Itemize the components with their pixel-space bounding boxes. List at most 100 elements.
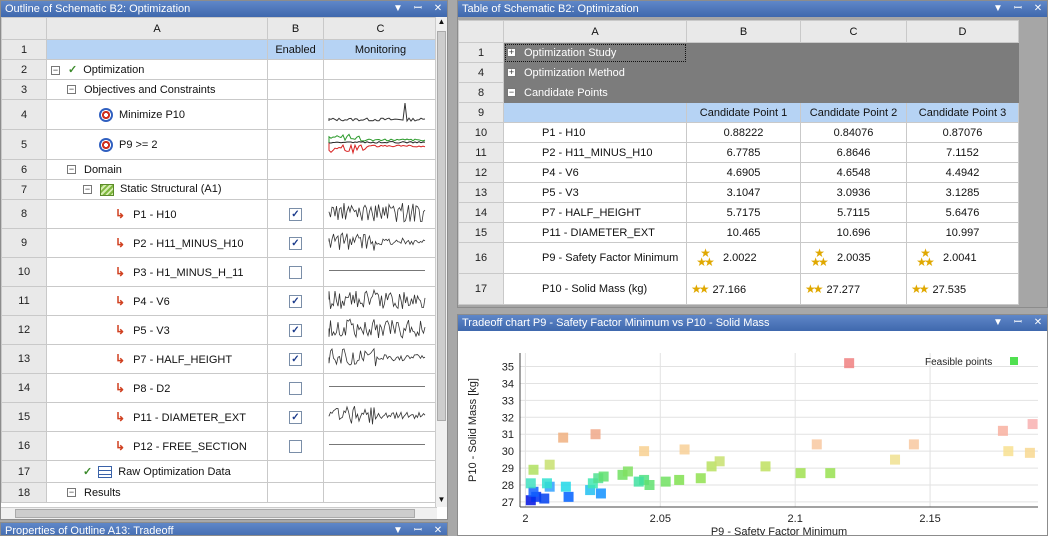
outline-item-cell[interactable]: ↳ P3 - H1_MINUS_H_11 <box>46 257 268 287</box>
outline-row[interactable]: 11 ↳ P4 - V6 ✓ <box>1 286 437 316</box>
collapse-icon[interactable]: − <box>67 165 76 175</box>
group-label-cell[interactable]: − Candidate Points <box>503 82 687 103</box>
candidate-value-cell[interactable]: 0.84076 <box>800 122 907 143</box>
outline-row[interactable]: 17 ✓ Raw Optimization Data <box>1 460 437 483</box>
enabled-checkbox[interactable]: ✓ <box>289 294 302 308</box>
collapse-icon[interactable]: − <box>51 65 60 75</box>
enabled-checkbox[interactable]: ✓ <box>289 207 302 221</box>
dropdown-icon[interactable]: ▼ <box>991 1 1005 17</box>
outline-row[interactable]: 16 ↳ P12 - FREE_SECTION <box>1 431 437 461</box>
enabled-checkbox[interactable] <box>289 265 302 279</box>
candidate-value-cell[interactable]: 10.696 <box>800 222 907 243</box>
column-header-c[interactable]: C <box>323 17 437 40</box>
candidate-value-cell[interactable]: 3.0936 <box>800 182 907 203</box>
candidate-value-cell[interactable]: 6.8646 <box>800 142 907 163</box>
outline-row[interactable]: 3− Objectives and Constraints <box>1 79 437 100</box>
candidate-value-cell[interactable]: ★★ 27.166 <box>686 273 801 305</box>
outline-item-cell[interactable]: ↳ P5 - V3 <box>46 315 268 345</box>
outline-row[interactable]: 9 ↳ P2 - H11_MINUS_H10 ✓ <box>1 228 437 258</box>
column-header-d[interactable]: D <box>906 20 1019 43</box>
candidate-value-cell[interactable]: 6.7785 <box>686 142 801 163</box>
table-row[interactable]: 15 P11 - DIAMETER_EXT 10.465 10.696 10.997 <box>458 222 1019 243</box>
collapse-icon[interactable]: − <box>67 488 76 498</box>
hscrollbar-thumb[interactable] <box>15 509 415 518</box>
candidate-value-cell[interactable]: 10.465 <box>686 222 801 243</box>
enabled-checkbox[interactable]: ✓ <box>289 410 302 424</box>
scroll-down-icon[interactable]: ▼ <box>436 495 447 507</box>
candidate-value-cell[interactable]: 4.6905 <box>686 162 801 183</box>
candidate-value-cell[interactable]: 4.6548 <box>800 162 907 183</box>
group-row[interactable]: 8− Candidate Points <box>458 82 1019 103</box>
candidate-point-header[interactable]: Candidate Point 3 <box>906 102 1019 123</box>
table-row[interactable]: 10 P1 - H10 0.88222 0.84076 0.87076 <box>458 122 1019 143</box>
outline-item-cell[interactable]: ↳ P11 - DIAMETER_EXT <box>46 402 268 432</box>
expand-icon[interactable]: + <box>507 48 516 58</box>
candidate-point-header[interactable]: Candidate Point 2 <box>800 102 907 123</box>
outline-item-cell[interactable]: ↳ P7 - HALF_HEIGHT <box>46 344 268 374</box>
pin-icon[interactable]: ꟷ <box>1011 1 1025 17</box>
outline-horizontal-scrollbar[interactable] <box>1 507 437 519</box>
group-row[interactable]: 4 + Optimization Method <box>458 62 1019 83</box>
candidate-value-cell[interactable]: 5.7175 <box>686 202 801 223</box>
outline-item-cell[interactable]: ↳ P2 - H11_MINUS_H10 <box>46 228 268 258</box>
outline-vertical-scrollbar[interactable]: ▲ ▼ <box>435 17 447 507</box>
candidate-value-cell[interactable]: 0.87076 <box>906 122 1019 143</box>
outline-row[interactable]: 18− Results <box>1 482 437 503</box>
tradeoff-chart[interactable]: 2 2.05 2.1 2.15 27 28 29 30 31 32 33 34 35 P9 - Safet… <box>458 331 1047 535</box>
enabled-checkbox[interactable]: ✓ <box>289 323 302 337</box>
candidate-value-cell[interactable]: ★ ★★ 2.0022 <box>686 242 801 274</box>
table-row[interactable]: 12 P4 - V6 4.6905 4.6548 4.4942 <box>458 162 1019 183</box>
outline-row[interactable]: 2− ✓ Optimization <box>1 59 437 80</box>
column-header-c[interactable]: C <box>800 20 907 43</box>
dropdown-icon[interactable]: ▼ <box>391 523 405 535</box>
outline-row[interactable]: 4 Minimize P10 <box>1 99 437 130</box>
table-row[interactable]: 13 P5 - V3 3.1047 3.0936 3.1285 <box>458 182 1019 203</box>
pin-icon[interactable]: ꟷ <box>411 1 425 17</box>
group-label-cell[interactable]: + Optimization Study <box>503 42 687 63</box>
column-header-a[interactable]: A <box>46 17 268 40</box>
outline-row[interactable]: 5 P9 >= 2 <box>1 129 437 160</box>
enabled-checkbox[interactable]: ✓ <box>289 236 302 250</box>
candidate-value-cell[interactable]: 3.1047 <box>686 182 801 203</box>
outline-row[interactable]: 15 ↳ P11 - DIAMETER_EXT ✓ <box>1 402 437 432</box>
candidate-value-cell[interactable]: ★★ 27.277 <box>800 273 907 305</box>
outline-row[interactable]: 8 ↳ P1 - H10 ✓ <box>1 199 437 229</box>
close-icon[interactable]: ✕ <box>431 1 445 17</box>
candidate-value-cell[interactable]: 4.4942 <box>906 162 1019 183</box>
scroll-up-icon[interactable]: ▲ <box>436 17 447 29</box>
candidate-point-header[interactable]: Candidate Point 1 <box>686 102 801 123</box>
outline-item-cell[interactable]: P9 >= 2 <box>46 129 268 160</box>
table-row[interactable]: 16 P9 - Safety Factor Minimum ★ ★★ 2.0022 ★ ★★… <box>458 242 1019 274</box>
enabled-checkbox[interactable]: ✓ <box>289 352 302 366</box>
outline-item-cell[interactable]: ↳ P4 - V6 <box>46 286 268 316</box>
enabled-checkbox[interactable] <box>289 381 302 395</box>
close-icon[interactable]: ✕ <box>1031 1 1045 17</box>
close-icon[interactable]: ✕ <box>431 523 445 535</box>
group-label-cell[interactable]: + Optimization Method <box>503 62 687 83</box>
column-header-b[interactable]: B <box>686 20 801 43</box>
collapse-icon[interactable]: − <box>507 88 516 98</box>
candidate-value-cell[interactable]: 0.88222 <box>686 122 801 143</box>
outline-item-cell[interactable]: − Domain <box>46 159 268 180</box>
collapse-icon[interactable]: − <box>67 85 76 95</box>
dropdown-icon[interactable]: ▼ <box>991 315 1005 331</box>
outline-item-cell[interactable]: − Static Structural (A1) <box>46 179 268 200</box>
outline-row[interactable]: 13 ↳ P7 - HALF_HEIGHT ✓ <box>1 344 437 374</box>
expand-icon[interactable]: + <box>507 68 516 78</box>
scrollbar-thumb[interactable] <box>437 31 446 421</box>
outline-row[interactable]: 10 ↳ P3 - H1_MINUS_H_11 <box>1 257 437 287</box>
candidate-value-cell[interactable]: 7.1152 <box>906 142 1019 163</box>
column-header-b[interactable]: B <box>267 17 324 40</box>
outline-item-cell[interactable]: ↳ P12 - FREE_SECTION <box>46 431 268 461</box>
candidate-value-cell[interactable]: 10.997 <box>906 222 1019 243</box>
dropdown-icon[interactable]: ▼ <box>391 1 405 17</box>
candidate-value-cell[interactable]: ★ ★★ 2.0035 <box>800 242 907 274</box>
outline-item-cell[interactable]: ↳ P8 - D2 <box>46 373 268 403</box>
outline-item-cell[interactable]: ↳ P1 - H10 <box>46 199 268 229</box>
candidate-value-cell[interactable]: 5.7115 <box>800 202 907 223</box>
candidate-value-cell[interactable]: ★★ 27.535 <box>906 273 1019 305</box>
candidate-value-cell[interactable]: 5.6476 <box>906 202 1019 223</box>
outline-item-cell[interactable]: − Results <box>46 482 268 503</box>
table-row[interactable]: 14 P7 - HALF_HEIGHT 5.7175 5.7115 5.6476 <box>458 202 1019 223</box>
enabled-checkbox[interactable] <box>289 439 302 453</box>
